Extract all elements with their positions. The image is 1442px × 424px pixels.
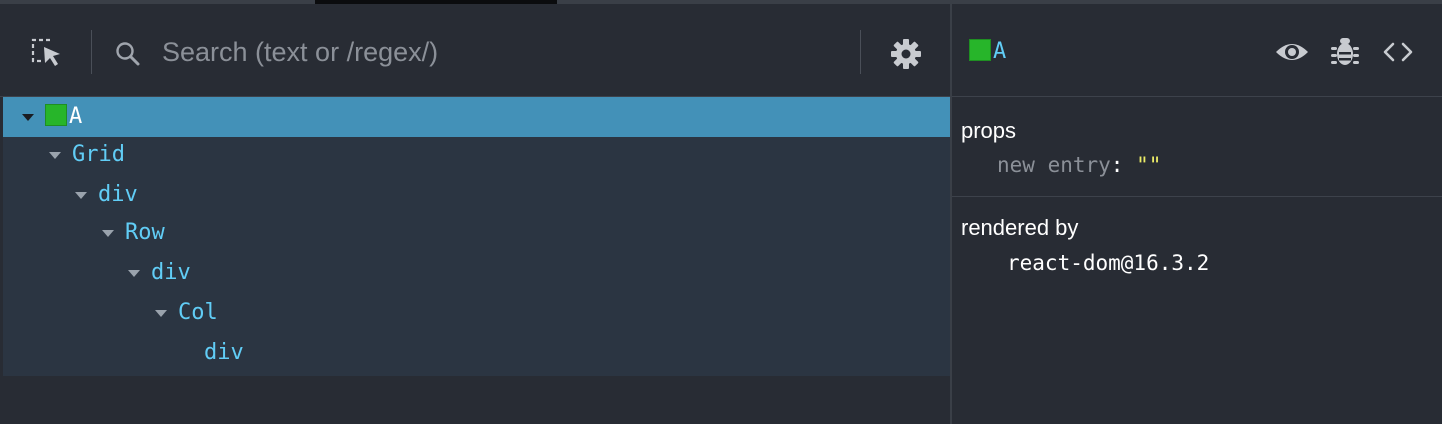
tree-row-label: div	[151, 260, 191, 285]
code-brackets-icon	[1383, 42, 1413, 62]
rendered-by-section: rendered by react-dom@16.3.2	[952, 197, 1442, 424]
settings-button[interactable]	[888, 36, 924, 72]
selected-component-title: A	[969, 37, 1006, 67]
search-input[interactable]	[158, 30, 856, 74]
log-to-console-button[interactable]	[1327, 36, 1363, 68]
select-element-icon	[31, 38, 60, 66]
gear-icon	[891, 39, 921, 69]
toolbar-separator	[860, 30, 861, 74]
tree-row-label: Grid	[72, 142, 125, 167]
tree-row-label: Row	[125, 220, 165, 245]
props-section: props new entry: ""	[952, 97, 1442, 197]
collapse-arrow-icon[interactable]	[22, 114, 34, 121]
tree-row-label: Col	[178, 300, 218, 325]
tree-row-label: div	[204, 340, 244, 365]
collapse-arrow-icon[interactable]	[49, 152, 61, 159]
tree-row[interactable]: Col	[3, 293, 950, 333]
collapse-arrow-icon[interactable]	[155, 310, 167, 317]
tree-row[interactable]: div	[3, 333, 950, 373]
component-tree: A Grid div Row div Col div	[3, 97, 950, 376]
view-source-button[interactable]	[1380, 36, 1416, 68]
components-tree-pane: A Grid div Row div Col	[0, 4, 950, 424]
green-square-icon	[45, 104, 67, 126]
prop-colon: :	[1110, 153, 1124, 177]
tree-toolbar	[0, 4, 950, 97]
tree-row[interactable]: div	[3, 175, 950, 215]
search-icon	[114, 40, 142, 68]
inspector-pane: A props new entry: "" rendered by react-…	[952, 4, 1442, 424]
selected-component-name: A	[993, 39, 1007, 64]
tree-row[interactable]: Grid	[3, 135, 950, 175]
new-prop-key[interactable]: new entry	[997, 153, 1111, 177]
tree-empty-area	[3, 376, 950, 424]
toolbar-separator	[91, 30, 92, 74]
inspect-dom-button[interactable]	[1274, 36, 1310, 68]
tree-row-label: div	[98, 182, 138, 207]
rendered-by-title: rendered by	[961, 215, 1079, 240]
tree-row[interactable]: A	[3, 97, 950, 137]
bug-icon	[1331, 38, 1359, 65]
collapse-arrow-icon[interactable]	[102, 230, 114, 237]
inspector-header: A	[952, 4, 1442, 97]
tree-row-label: A	[69, 104, 83, 129]
green-square-icon	[969, 39, 991, 61]
devtools-window: A Grid div Row div Col	[0, 0, 1442, 424]
tree-row[interactable]: div	[3, 253, 950, 293]
new-prop-entry[interactable]: new entry: ""	[997, 150, 1161, 180]
props-section-title: props	[961, 118, 1017, 143]
eye-icon	[1276, 44, 1308, 60]
renderer-owner: react-dom@16.3.2	[1007, 251, 1210, 275]
select-element-button[interactable]	[30, 37, 64, 69]
collapse-arrow-icon[interactable]	[128, 270, 140, 277]
new-prop-value[interactable]: ""	[1136, 153, 1161, 177]
collapse-arrow-icon[interactable]	[75, 192, 87, 199]
tree-row[interactable]: Row	[3, 213, 950, 253]
